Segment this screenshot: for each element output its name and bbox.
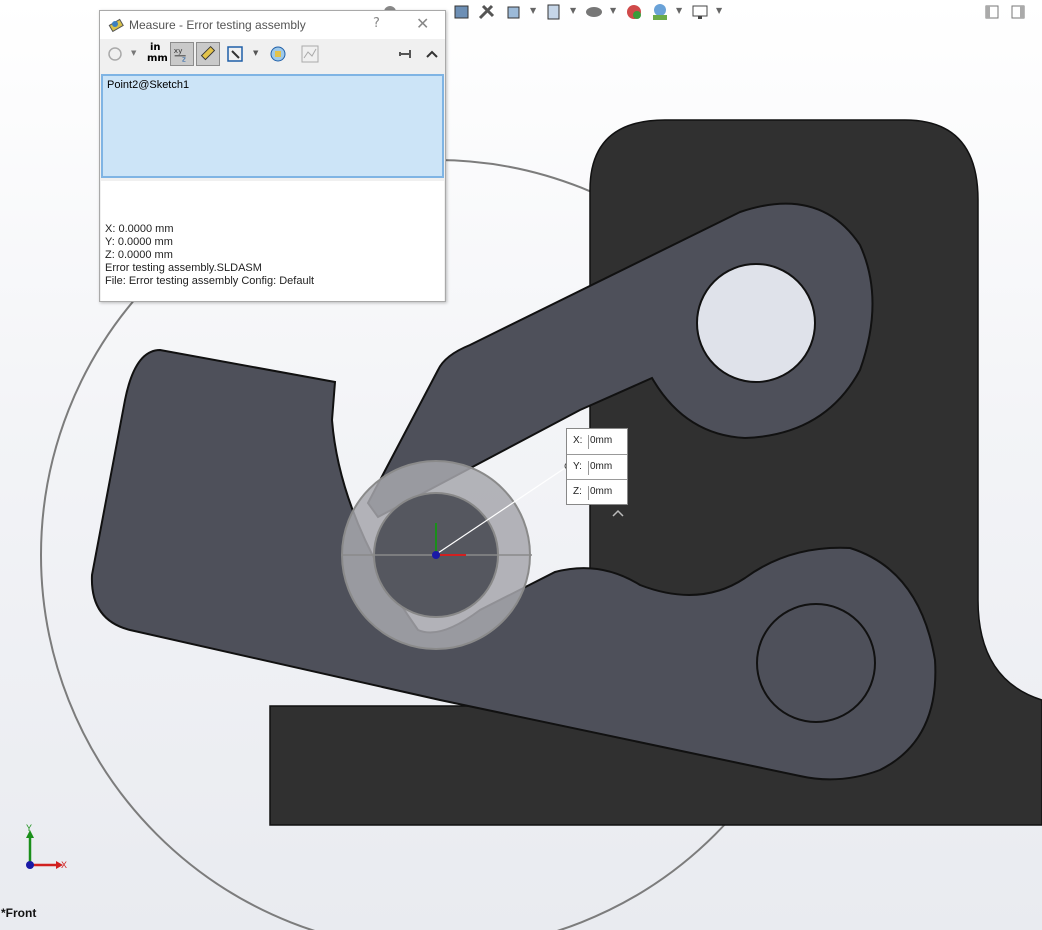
triad-origin: [26, 861, 34, 869]
selection-item[interactable]: Point2@Sketch1: [107, 79, 189, 91]
view-orientation-caret[interactable]: ▼: [530, 6, 536, 15]
units-top: in: [150, 42, 161, 53]
result-file-config: File: Error testing assembly Config: Def…: [105, 275, 315, 287]
view-orientation-icon[interactable]: [504, 2, 524, 22]
dialog-title: Measure - Error testing assembly: [129, 18, 306, 32]
result-y: Y: 0.0000 mm: [105, 236, 173, 248]
display-style-icon[interactable]: [544, 2, 564, 22]
units-bottom: mm: [147, 53, 168, 64]
callout-z-label: Z:: [573, 486, 582, 497]
scene-icon[interactable]: [650, 2, 670, 22]
result-z: Z: 0.0000 mm: [105, 249, 173, 261]
dialog-title-bar[interactable]: Measure - Error testing assembly ? ✕: [100, 11, 445, 39]
callout-row-z: Z: 0mm: [567, 479, 627, 505]
sensor-icon: [301, 45, 319, 63]
measurement-history-button[interactable]: [266, 42, 290, 66]
view-orientation-label: *Front: [1, 906, 37, 920]
result-document: Error testing assembly.SLDASM: [105, 262, 262, 274]
arc-circle-icon: [108, 47, 122, 61]
units-precision-button[interactable]: in mm: [144, 42, 168, 66]
callout-x-label: X:: [573, 435, 583, 446]
callout-row-y: Y: 0mm: [567, 454, 627, 480]
display-style-caret[interactable]: ▼: [570, 6, 576, 15]
collapse-button[interactable]: [420, 42, 444, 66]
restore-icon[interactable]: [982, 2, 1002, 22]
history-icon: [270, 46, 286, 62]
measure-icon: [108, 18, 124, 33]
section-view-icon[interactable]: [452, 2, 472, 22]
callout-y-label: Y:: [573, 461, 582, 472]
maximize-icon[interactable]: [1008, 2, 1028, 22]
xyz-callout: X: 0mm Y: 0mm Z: 0mm: [566, 428, 628, 505]
point-to-point-button[interactable]: [196, 42, 220, 66]
measure-dialog[interactable]: Measure - Error testing assembly ? ✕ ▼ i…: [99, 10, 446, 302]
projected-on-button[interactable]: [224, 42, 248, 66]
callout-z-value: 0mm: [588, 486, 612, 500]
scene-caret[interactable]: ▼: [676, 6, 682, 15]
hide-show-caret[interactable]: ▼: [610, 6, 616, 15]
hide-show-icon[interactable]: [584, 2, 604, 22]
show-xyz-button[interactable]: xy z: [170, 42, 194, 66]
tools-icon[interactable]: [477, 2, 497, 22]
close-button[interactable]: ✕: [416, 14, 429, 33]
result-x: X: 0.0000 mm: [105, 223, 174, 235]
callout-y-value: 0mm: [588, 461, 612, 475]
monitor-icon[interactable]: [690, 2, 710, 22]
callout-row-x: X: 0mm: [567, 429, 627, 454]
triad-y-label: Y: [26, 823, 32, 833]
dialog-toolbar: ▼ in mm xy z ▼: [100, 39, 445, 69]
measure-results: X: 0.0000 mm Y: 0.0000 mm Z: 0.0000 mm E…: [101, 181, 444, 301]
origin-point[interactable]: [432, 551, 440, 559]
xyz-measure-icon: xyz: [174, 46, 186, 63]
ruler-icon: [200, 45, 216, 61]
appearance-icon[interactable]: [624, 2, 644, 22]
pin-button[interactable]: [394, 42, 418, 66]
monitor-caret[interactable]: ▼: [716, 6, 722, 15]
projected-icon: [227, 46, 243, 62]
arc-circle-measure-button[interactable]: [104, 42, 128, 66]
create-sensor-button[interactable]: [298, 42, 322, 66]
pin-icon: [399, 50, 411, 58]
help-button[interactable]: ?: [373, 16, 380, 31]
chevron-up-icon: [426, 50, 438, 58]
callout-x-value: 0mm: [588, 435, 612, 449]
upper-link-hole: [696, 263, 816, 383]
triad-x-label: X: [61, 860, 67, 870]
arc-circle-caret[interactable]: ▼: [131, 49, 136, 57]
projected-caret[interactable]: ▼: [253, 49, 258, 57]
selection-list[interactable]: Point2@Sketch1: [101, 74, 444, 178]
